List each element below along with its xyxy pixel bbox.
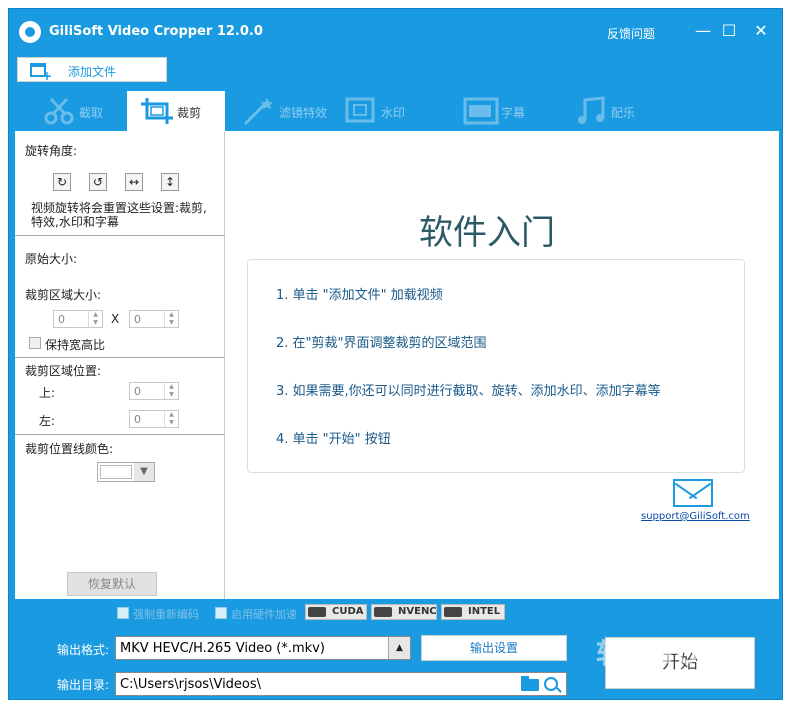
tab-cut[interactable]: 截取 [29,91,129,131]
dir-label: 输出目录: [57,678,110,692]
accel-nvenc[interactable]: NVENC [371,604,437,620]
minimize-button[interactable]: — [691,19,715,43]
accel-intel-label: INTEL [468,606,501,617]
hw-accel-label: 启用硬件加速 [231,608,297,621]
tab-crop[interactable]: 裁剪 [127,91,225,131]
support-email-link[interactable]: support@GiliSoft.com [641,511,750,522]
chevron-up-icon[interactable]: ▲ [388,637,410,659]
mail-icon[interactable] [673,479,713,507]
step-3: 3. 如果需要,你还可以同时进行截取、旋转、添加水印、添加字幕等 [276,384,661,399]
chevron-down-icon: ▼ [134,463,154,481]
crop-top-input[interactable]: 0 ▲ ▼ [129,382,179,400]
app-title: GiliSoft Video Cropper 12.0.0 [49,24,263,39]
spinner-arrows-icon[interactable]: ▲ ▼ [88,311,102,327]
crop-top-value: 0 [134,385,141,398]
divider [15,434,225,435]
keep-ratio-label: 保持宽高比 [45,338,106,352]
gpu-chip-icon [444,607,462,617]
divider [15,235,225,236]
feature-tabs: 截取 裁剪 滤镜特效 水印 字幕 配乐 [9,91,784,131]
divider [15,357,225,358]
accel-nvenc-label: NVENC [398,606,437,617]
output-format-select[interactable]: MKV HEVC/H.265 Video (*.mkv) ▲ [115,636,411,660]
spinner-arrows-icon[interactable]: ▲ ▼ [164,311,178,327]
force-reencode-label: 强制重新编码 [133,608,199,621]
spinner-arrows-icon[interactable]: ▲ ▼ [164,383,178,399]
site-watermark: 软件SOS [596,637,722,670]
step-1: 1. 单击 "添加文件" 加载视频 [276,288,443,303]
tab-cut-label: 截取 [79,106,104,120]
tab-music-label: 配乐 [611,106,636,120]
app-logo-icon [19,21,41,43]
crop-height-value: 0 [134,313,141,326]
music-icon [578,96,605,124]
crop-icon [141,98,173,124]
app-window: GiliSoft Video Cropper 12.0.0 反馈问题 — ☐ ✕… [8,8,783,700]
crop-position-label: 裁剪区域位置: [25,364,102,378]
left-label: 左: [39,414,56,428]
crop-width-input[interactable]: 0 ▲ ▼ [53,310,103,328]
spinner-arrows-icon[interactable]: ▲ ▼ [164,411,178,427]
cut-icon [44,97,74,125]
color-swatch [100,465,132,479]
feedback-link[interactable]: 反馈问题 [607,25,655,42]
tab-subtitle[interactable]: 字幕 [451,91,551,131]
crop-left-input[interactable]: 0 ▲ ▼ [129,410,179,428]
tab-effects-label: 滤镜特效 [279,106,328,120]
rotate-ccw-button[interactable]: ↺ [89,173,107,191]
top-label: 上: [39,386,56,400]
watermark-icon [345,97,375,123]
crop-height-input[interactable]: 0 ▲ ▼ [129,310,179,328]
steps-box: 1. 单击 "添加文件" 加载视频 2. 在"剪裁"界面调整裁剪的区域范围 3.… [247,259,745,473]
tab-subtitle-label: 字幕 [501,106,526,120]
folder-icon[interactable] [521,676,539,691]
crop-left-value: 0 [134,413,141,426]
keep-ratio-checkbox[interactable] [29,337,41,349]
title-bar: GiliSoft Video Cropper 12.0.0 反馈问题 — ☐ ✕ [9,9,784,57]
hw-accel-checkbox[interactable] [215,607,227,619]
output-format-value: MKV HEVC/H.265 Video (*.mkv) [120,641,325,656]
gpu-chip-icon [374,607,392,617]
crop-size-label: 裁剪区域大小: [25,288,102,302]
add-file-button[interactable]: 添加文件 [17,57,167,83]
gpu-chip-icon [308,607,326,617]
tab-watermark[interactable]: 水印 [331,91,431,131]
flip-vertical-button[interactable]: ↕ [161,173,179,191]
force-reencode-checkbox[interactable] [117,607,129,619]
page-title: 软件入门 [419,213,555,253]
accel-intel[interactable]: INTEL [441,604,505,620]
search-icon[interactable] [544,677,558,691]
line-color-label: 裁剪位置线颜色: [25,442,114,456]
tab-music[interactable]: 配乐 [561,91,661,131]
line-color-picker[interactable]: ▼ [97,462,155,482]
rotation-note: 视频旋转将会重置这些设置:裁剪, 特效,水印和字幕 [31,201,207,229]
magic-wand-icon [243,98,273,126]
tab-effects[interactable]: 滤镜特效 [229,91,329,131]
output-dir-field[interactable]: C:\Users\rjsos\Videos\ [115,672,567,696]
tab-crop-label: 裁剪 [177,106,202,120]
step-2: 2. 在"剪裁"界面调整裁剪的区域范围 [276,336,487,351]
add-folder-icon [30,63,52,83]
close-button[interactable]: ✕ [749,19,773,43]
rotation-label: 旋转角度: [25,144,78,158]
format-label: 输出格式: [57,643,110,657]
maximize-button[interactable]: ☐ [717,19,741,43]
crop-settings-panel: 旋转角度: ↻ ↺ ↔ ↕ 视频旋转将会重置这些设置:裁剪, 特效,水印和字幕 … [15,131,225,599]
step-4: 4. 单击 "开始" 按钮 [276,432,391,447]
original-size-label: 原始大小: [25,252,78,266]
output-settings-button[interactable]: 输出设置 [421,635,567,661]
add-file-label: 添加文件 [68,65,117,79]
crop-width-value: 0 [58,313,65,326]
crop-size-separator: X [111,312,120,326]
accel-cuda-label: CUDA [332,606,364,617]
output-dir-value: C:\Users\rjsos\Videos\ [120,677,262,692]
tab-watermark-label: 水印 [381,106,406,120]
flip-horizontal-button[interactable]: ↔ [125,173,143,191]
getting-started-panel: 软件入门 1. 单击 "添加文件" 加载视频 2. 在"剪裁"界面调整裁剪的区域… [225,131,779,599]
subtitle-icon [463,97,499,125]
accel-cuda[interactable]: CUDA [305,604,367,620]
reset-defaults-button[interactable]: 恢复默认 [67,572,157,596]
rotate-cw-button[interactable]: ↻ [53,173,71,191]
